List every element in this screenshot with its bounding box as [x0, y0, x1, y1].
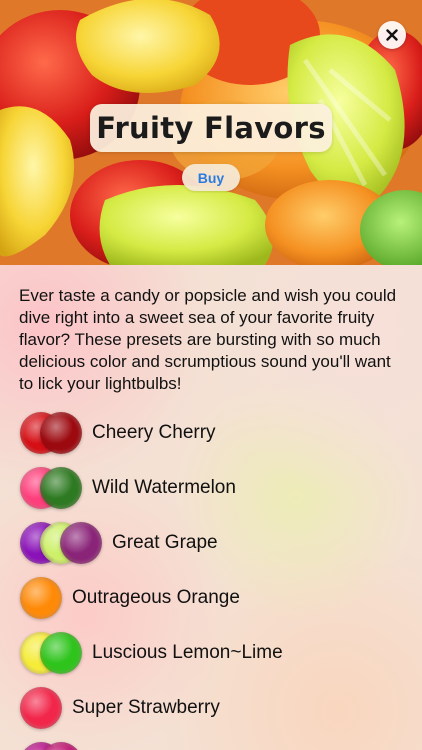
close-icon [386, 29, 398, 41]
color-swatch-icon [40, 412, 82, 454]
flavor-swatch-group [20, 412, 82, 454]
flavor-name: Luscious Lemon~Lime [92, 642, 283, 663]
color-swatch-icon [20, 577, 62, 619]
close-button[interactable] [378, 21, 406, 49]
flavor-name: Great Grape [112, 532, 218, 553]
flavor-row[interactable]: Wild Watermelon [20, 466, 236, 510]
flavor-name: Super Strawberry [72, 697, 220, 718]
flavor-name: Cheery Cherry [92, 422, 216, 443]
flavor-swatch-group [20, 467, 82, 509]
flavor-row[interactable]: Outrageous Orange [20, 576, 240, 620]
content-area: Ever taste a candy or popsicle and wish … [0, 265, 422, 750]
color-swatch-icon [40, 632, 82, 674]
flavor-row[interactable]: Super Strawberry [20, 686, 220, 730]
flavor-name: Wild Watermelon [92, 477, 236, 498]
page-title: Fruity Flavors [96, 111, 326, 145]
flavor-swatch-group [20, 687, 62, 729]
buy-button[interactable]: Buy [182, 164, 240, 191]
color-swatch-icon [40, 467, 82, 509]
color-swatch-icon [60, 522, 102, 564]
flavor-row[interactable] [20, 741, 92, 750]
flavor-name: Outrageous Orange [72, 587, 240, 608]
flavor-swatch-group [20, 577, 62, 619]
flavor-swatch-group [20, 522, 102, 564]
flavor-row[interactable]: Cheery Cherry [20, 411, 216, 455]
flavor-row[interactable]: Luscious Lemon~Lime [20, 631, 283, 675]
title-banner: Fruity Flavors [90, 104, 332, 152]
description-text: Ever taste a candy or popsicle and wish … [19, 286, 397, 393]
color-swatch-icon [20, 687, 62, 729]
flavor-swatch-group [20, 742, 82, 750]
flavor-swatch-group [20, 632, 82, 674]
hero-image: Fruity Flavors Buy [0, 0, 422, 265]
flavor-row[interactable]: Great Grape [20, 521, 218, 565]
